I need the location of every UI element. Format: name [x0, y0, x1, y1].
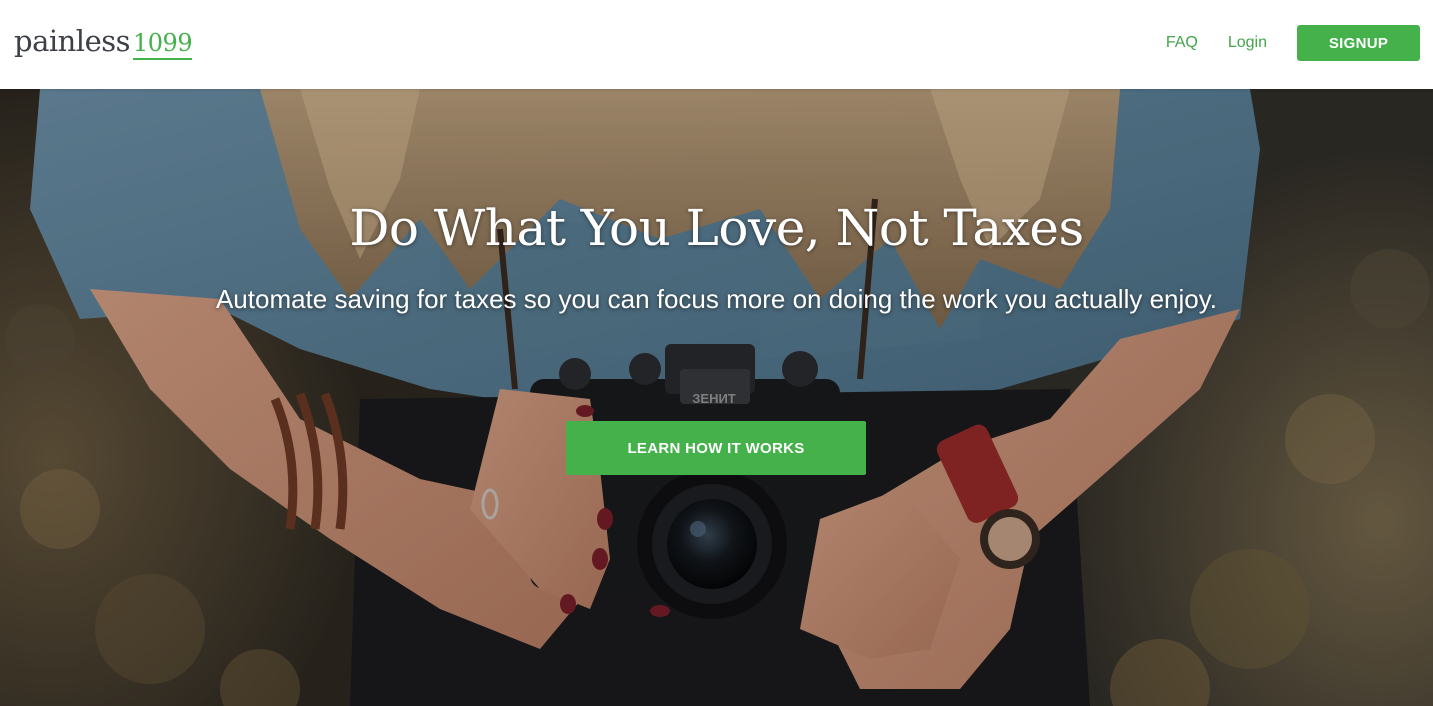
nav-link-login[interactable]: Login	[1228, 34, 1267, 52]
hero-title: Do What You Love, Not Taxes	[349, 199, 1084, 257]
learn-how-it-works-button[interactable]: LEARN HOW IT WORKS	[566, 421, 866, 475]
main-nav: FAQ Login SIGNUP	[1166, 25, 1420, 61]
nav-link-faq[interactable]: FAQ	[1166, 34, 1198, 52]
signup-button[interactable]: SIGNUP	[1297, 25, 1420, 61]
site-header: painless 1099 FAQ Login SIGNUP	[0, 0, 1433, 89]
hero-subtitle: Automate saving for taxes so you can foc…	[215, 284, 1218, 314]
brand-logo[interactable]: painless 1099	[14, 24, 193, 64]
landing-page: painless 1099 FAQ Login SIGNUP ЗЕНИТ Do …	[0, 0, 1433, 706]
hero-dim-overlay	[0, 89, 1433, 706]
hero-section: ЗЕНИТ Do What You Love, Not Taxes Automa…	[0, 89, 1433, 706]
logo-number: 1099	[133, 29, 193, 60]
logo-wordmark: painless	[14, 24, 131, 58]
